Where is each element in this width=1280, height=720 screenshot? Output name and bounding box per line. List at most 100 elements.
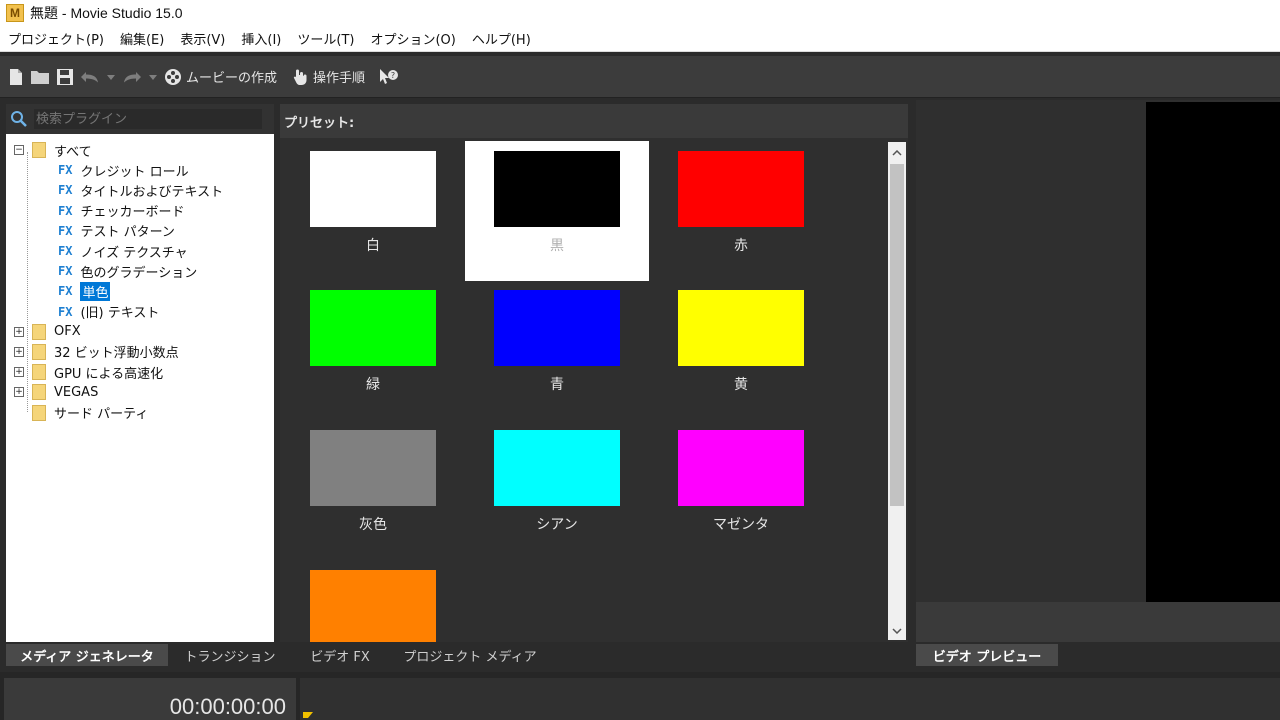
menu-help[interactable]: ヘルプ(H): [464, 26, 539, 52]
preview-controls-bar: [916, 602, 1280, 642]
open-folder-icon[interactable]: [30, 63, 50, 91]
fx-icon: FX: [58, 244, 73, 259]
preset-label: 黒: [550, 238, 564, 254]
timeline: 00:00:00:00: [0, 672, 1280, 720]
search-input[interactable]: [34, 109, 262, 129]
tab-media-generators[interactable]: メディア ジェネレータ: [6, 644, 168, 666]
tree-item-label: チェッカーボード: [80, 205, 185, 221]
menu-tools[interactable]: ツール(T): [289, 26, 362, 52]
tree-item-label: テスト パターン: [80, 225, 175, 241]
timecode-display: 00:00:00:00: [169, 694, 286, 719]
hand-pointer-icon: [293, 69, 307, 85]
color-swatch: [494, 151, 620, 227]
expand-icon[interactable]: +: [14, 367, 24, 378]
tree-item-label: (旧) テキスト: [80, 306, 160, 322]
color-swatch: [310, 570, 436, 642]
tree-item-checkerboard[interactable]: FX チェッカーボード: [6, 201, 274, 221]
fx-icon: FX: [58, 183, 73, 198]
timeline-ruler[interactable]: [300, 678, 1280, 720]
preset-blue[interactable]: 青: [465, 280, 649, 420]
expand-icon[interactable]: +: [14, 326, 24, 337]
scroll-down-icon[interactable]: [888, 622, 906, 640]
preset-yellow[interactable]: 黄: [649, 280, 833, 420]
timecode-box: 00:00:00:00: [4, 678, 296, 720]
tree-item-label: すべて: [54, 144, 92, 160]
search-row: [6, 104, 274, 134]
preset-label: マゼンタ: [713, 517, 769, 533]
tree-item-legacy-text[interactable]: FX (旧) テキスト: [6, 302, 274, 322]
color-swatch: [678, 290, 804, 366]
preset-gray[interactable]: 灰色: [281, 420, 465, 560]
make-movie-button[interactable]: ムービーの作成: [164, 63, 277, 91]
preset-red[interactable]: 赤: [649, 141, 833, 281]
folder-icon: [32, 364, 46, 381]
fx-icon: FX: [58, 203, 73, 218]
tree-item-label: 32 ビット浮動小数点: [54, 346, 179, 362]
tree-item-titles-text[interactable]: FX タイトルおよびテキスト: [6, 180, 274, 200]
tree-item-gpu[interactable]: + GPU による高速化: [6, 362, 274, 382]
presets-header: プリセット:: [280, 104, 908, 138]
preset-black[interactable]: 黒: [465, 141, 649, 281]
fx-icon: FX: [58, 163, 73, 178]
undo-dropdown-icon[interactable]: [106, 63, 116, 91]
guide-button[interactable]: 操作手順: [291, 63, 365, 91]
preset-white[interactable]: 白: [281, 141, 465, 281]
presets-panel: プリセット: 白 黒 赤 緑 青 黄 灰色 シアン マゼンタ: [280, 104, 908, 642]
menu-edit[interactable]: 編集(E): [112, 26, 172, 52]
tab-video-fx[interactable]: ビデオ FX: [292, 644, 388, 666]
undo-icon[interactable]: [80, 63, 100, 91]
menu-project[interactable]: プロジェクト(P): [0, 26, 112, 52]
preset-cyan[interactable]: シアン: [465, 420, 649, 560]
preset-magenta[interactable]: マゼンタ: [649, 420, 833, 560]
dock-tabs: メディア ジェネレータ トランジション ビデオ FX プロジェクト メディア: [6, 644, 552, 666]
tree-item-32bit[interactable]: + 32 ビット浮動小数点: [6, 342, 274, 362]
color-swatch: [310, 151, 436, 227]
tree-item-all[interactable]: − すべて: [6, 140, 274, 160]
save-icon[interactable]: [56, 63, 74, 91]
plugin-tree: − すべて FX クレジット ロール FX タイトルおよびテキスト FX チェッ…: [6, 134, 274, 423]
tree-item-third-party[interactable]: サード パーティ: [6, 402, 274, 422]
playhead-marker[interactable]: [303, 712, 313, 718]
menu-view[interactable]: 表示(V): [172, 26, 233, 52]
fx-icon: FX: [58, 284, 73, 299]
preset-label: 赤: [734, 238, 748, 254]
expand-icon[interactable]: +: [14, 387, 24, 398]
expand-icon[interactable]: +: [14, 346, 24, 357]
tab-video-preview[interactable]: ビデオ プレビュー: [916, 644, 1058, 666]
redo-dropdown-icon[interactable]: [148, 63, 158, 91]
color-swatch: [494, 430, 620, 506]
redo-icon[interactable]: [122, 63, 142, 91]
context-help-icon[interactable]: ?: [379, 63, 399, 91]
preset-label: 青: [550, 377, 564, 393]
make-movie-label: ムービーの作成: [186, 71, 278, 86]
tree-item-label: 色のグラデーション: [80, 265, 198, 281]
menu-insert[interactable]: 挿入(I): [233, 26, 289, 52]
presets-grid: 白 黒 赤 緑 青 黄 灰色 シアン マゼンタ: [280, 138, 886, 642]
preset-orange[interactable]: [281, 560, 465, 642]
search-icon: [11, 111, 27, 127]
collapse-icon[interactable]: −: [14, 145, 24, 156]
fx-icon: FX: [58, 304, 73, 319]
menu-options[interactable]: オプション(O): [362, 26, 463, 52]
tree-item-test-pattern[interactable]: FX テスト パターン: [6, 221, 274, 241]
scroll-up-icon[interactable]: [888, 144, 906, 162]
tree-item-ofx[interactable]: + OFX: [6, 322, 274, 342]
scroll-thumb[interactable]: [890, 164, 904, 506]
svg-text:?: ?: [391, 71, 395, 80]
tree-item-color-gradient[interactable]: FX 色のグラデーション: [6, 261, 274, 281]
color-swatch: [310, 290, 436, 366]
app-icon: M: [6, 4, 24, 22]
color-swatch: [678, 430, 804, 506]
tree-item-label: タイトルおよびテキスト: [80, 184, 224, 200]
new-file-icon[interactable]: [8, 63, 24, 91]
tree-item-vegas[interactable]: + VEGAS: [6, 382, 274, 402]
tree-item-credit-roll[interactable]: FX クレジット ロール: [6, 160, 274, 180]
presets-scrollbar[interactable]: [888, 142, 906, 640]
tree-item-solid-color[interactable]: FX 単色: [6, 281, 274, 301]
tree-item-noise-texture[interactable]: FX ノイズ テクスチャ: [6, 241, 274, 261]
tab-project-media[interactable]: プロジェクト メディア: [388, 644, 552, 666]
tab-transitions[interactable]: トランジション: [168, 644, 292, 666]
tree-item-label: VEGAS: [54, 384, 99, 400]
preset-green[interactable]: 緑: [281, 280, 465, 420]
color-swatch: [494, 290, 620, 366]
